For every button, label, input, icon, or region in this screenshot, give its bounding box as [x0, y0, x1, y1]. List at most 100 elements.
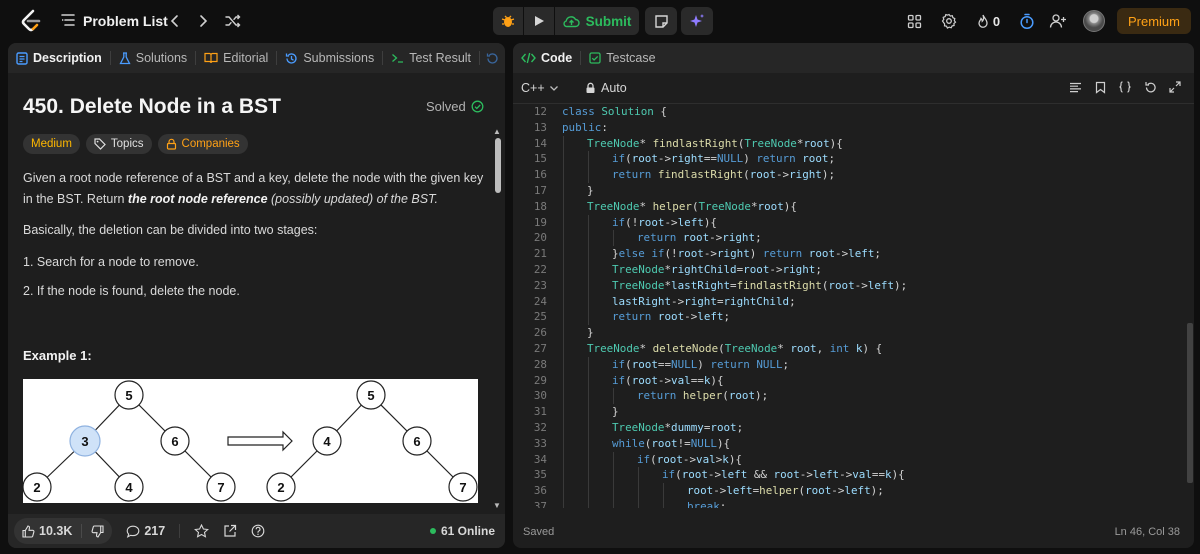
scroll-down-arrow-icon[interactable]: ▼ — [493, 501, 501, 510]
line-number: 29 — [533, 373, 547, 387]
code-line[interactable]: 15 if(root->right==NULL) return root; — [513, 151, 1185, 168]
code-line[interactable]: 20 return root->right; — [513, 230, 1185, 247]
line-number: 17 — [533, 183, 547, 197]
code-line[interactable]: 14 TreeNode* findlastRight(TreeNode*root)… — [513, 135, 1185, 152]
code-text: TreeNode* deleteNode(TreeNode* root, int… — [563, 340, 882, 357]
braces-icon — [1119, 81, 1131, 93]
like-button[interactable]: 10.3K — [22, 524, 72, 538]
editor-scrollbar-thumb[interactable] — [1187, 323, 1193, 483]
code-line[interactable]: 13 public: — [513, 120, 1185, 136]
play-icon — [535, 16, 544, 26]
help-button[interactable] — [251, 524, 265, 538]
code-text: TreeNode* helper(TreeNode*root){ — [563, 198, 797, 215]
code-text: break; — [563, 498, 726, 508]
scroll-up-arrow-icon[interactable]: ▲ — [493, 127, 501, 136]
code-line[interactable]: 16 return findlastRight(root->right); — [513, 167, 1185, 183]
avatar[interactable] — [1083, 10, 1105, 32]
add-user-icon — [1049, 14, 1066, 28]
flame-icon — [978, 14, 988, 28]
bookmark-button[interactable] — [1093, 80, 1107, 94]
code-line[interactable]: 24 lastRight->right=rightChild; — [513, 293, 1185, 310]
indent-guide — [563, 309, 564, 326]
indent-guide — [613, 230, 614, 247]
code-line[interactable]: 33 while(root!=NULL){ — [513, 435, 1185, 452]
code-line[interactable]: 37 break; — [513, 498, 1185, 508]
code-line[interactable]: 18 TreeNode* helper(TreeNode*root){ — [513, 198, 1185, 215]
reset-button[interactable] — [1143, 80, 1157, 94]
layout-button[interactable] — [904, 10, 924, 32]
code-line[interactable]: 32 TreeNode*dummy=root; — [513, 419, 1185, 436]
code-line[interactable]: 31} — [513, 404, 1185, 420]
code-line[interactable]: 25 return root->left; — [513, 309, 1185, 326]
tab-editorial[interactable]: Editorial — [196, 43, 276, 73]
prev-problem-button[interactable] — [164, 10, 186, 32]
streak-counter[interactable]: 0 — [973, 10, 1003, 32]
code-line[interactable]: 28 if(root==NULL) return NULL; — [513, 356, 1185, 373]
problem-list-link[interactable]: Problem List — [83, 13, 168, 29]
code-line[interactable]: 34 if(root->val>k){ — [513, 451, 1185, 468]
indent-guide — [588, 356, 589, 373]
format-button[interactable] — [1068, 80, 1082, 94]
random-problem-button[interactable] — [222, 10, 244, 32]
indent-guide — [588, 467, 589, 484]
fullscreen-button[interactable] — [1168, 80, 1182, 94]
code-line[interactable]: 29 if(root->val==k){ — [513, 372, 1185, 389]
code-text: class Solution { — [562, 105, 667, 118]
companies-chip[interactable]: Companies — [157, 134, 248, 154]
note-button[interactable] — [645, 7, 677, 35]
debug-button[interactable] — [493, 7, 523, 35]
language-select[interactable]: C++ — [521, 81, 559, 95]
code-line[interactable]: 35 if(root->left && root->left->val==k){ — [513, 467, 1185, 484]
difficulty-badge: Medium — [23, 134, 80, 154]
code-line[interactable]: 27 TreeNode* deleteNode(TreeNode* root, i… — [513, 340, 1185, 357]
code-text: TreeNode*dummy=root; — [563, 419, 743, 436]
submit-button[interactable]: Submit — [555, 7, 639, 35]
tab-test-result[interactable]: Test Result — [383, 43, 479, 73]
code-line[interactable]: 30 return helper(root); — [513, 388, 1185, 405]
settings-button[interactable] — [939, 10, 959, 32]
ai-assist-button[interactable] — [681, 7, 713, 35]
code-line[interactable]: 22 TreeNode*rightChild=root->right; — [513, 261, 1185, 278]
dislike-button[interactable] — [91, 524, 104, 538]
code-line[interactable]: 17} — [513, 182, 1185, 199]
code-text: if(root->val>k){ — [563, 451, 742, 468]
description-icon — [16, 51, 28, 65]
leetcode-logo-icon[interactable] — [18, 8, 44, 34]
run-button[interactable] — [524, 7, 554, 35]
history-icon — [286, 52, 297, 64]
code-line[interactable]: 19 if(!root->left){ — [513, 214, 1185, 231]
scrollbar-thumb[interactable] — [495, 138, 501, 193]
online-dot — [429, 528, 436, 534]
code-line[interactable]: 23 TreeNode*lastRight=findlastRight(root-… — [513, 277, 1185, 294]
code-line[interactable]: 36 root->left=helper(root->left); — [513, 483, 1185, 499]
tab-label: Description — [33, 51, 102, 65]
indent-guide — [563, 182, 564, 199]
next-problem-button[interactable] — [192, 10, 214, 32]
invite-button[interactable] — [1047, 10, 1069, 32]
timer-button[interactable] — [1017, 10, 1037, 32]
indent-guide — [613, 498, 614, 508]
braces-button[interactable] — [1118, 80, 1132, 94]
tab-label: Code — [541, 51, 573, 65]
tab-code[interactable]: Code — [513, 43, 580, 73]
tab-submissions[interactable]: Submissions — [277, 43, 382, 73]
share-button[interactable] — [223, 524, 237, 538]
code-line[interactable]: 12 class Solution { — [513, 104, 1185, 120]
premium-button[interactable]: Premium — [1117, 8, 1191, 34]
autocomplete-mode[interactable]: Auto — [585, 81, 627, 95]
tab-solutions[interactable]: Solutions — [111, 43, 195, 73]
code-text: lastRight->right=rightChild; — [563, 293, 796, 310]
code-editor[interactable]: 12 class Solution {13 public: 14 TreeNode* f… — [513, 104, 1185, 508]
comments-button[interactable]: 217 — [126, 524, 165, 538]
topics-chip[interactable]: Topics — [85, 134, 152, 154]
favorite-button[interactable] — [194, 524, 210, 538]
tab-overflow[interactable] — [480, 43, 505, 73]
run-submit-group: Submit — [493, 7, 713, 35]
tab-description[interactable]: Description — [8, 43, 110, 73]
list-icon[interactable] — [60, 12, 76, 28]
example-title: Example 1: — [23, 348, 92, 363]
tab-testcase[interactable]: Testcase — [581, 43, 663, 73]
code-line[interactable]: 21}else if(!root->right) return root->le… — [513, 246, 1185, 262]
indent-guide — [588, 167, 589, 183]
code-line[interactable]: 26} — [513, 325, 1185, 341]
